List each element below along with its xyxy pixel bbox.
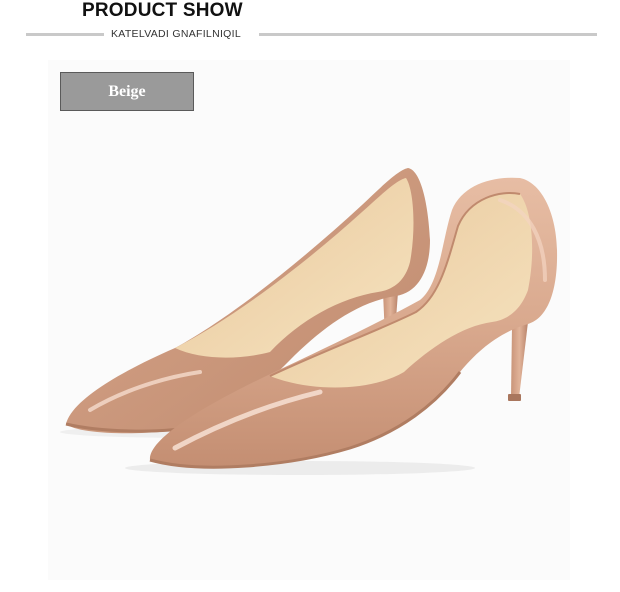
header-divider-right xyxy=(259,33,597,36)
product-photo xyxy=(48,60,570,580)
header-subtitle: KATELVADI GNAFILNIQIL xyxy=(111,28,241,40)
header-divider-left xyxy=(26,33,104,36)
product-show-page: PRODUCT SHOW KATELVADI GNAFILNIQIL Beige xyxy=(0,0,620,592)
page-title: PRODUCT SHOW xyxy=(82,0,243,21)
beige-pointed-pump-pair-icon xyxy=(60,168,558,475)
color-label: Beige xyxy=(60,72,194,111)
